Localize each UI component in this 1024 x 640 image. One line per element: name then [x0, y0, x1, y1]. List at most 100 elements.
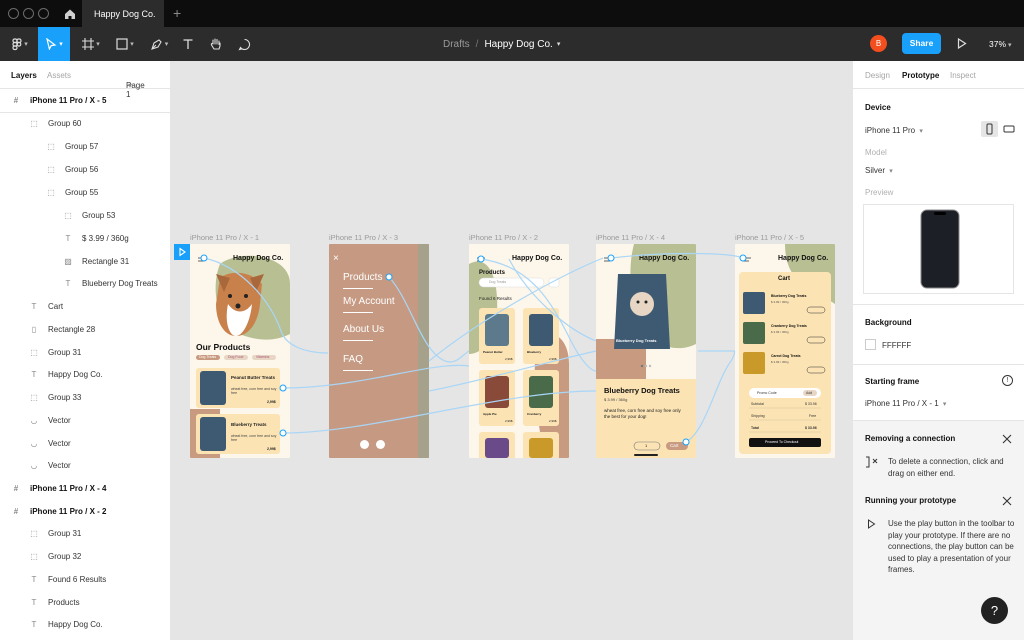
properties-panel: Design Prototype Inspect Device iPhone 1…: [852, 61, 1024, 640]
figma-logo-icon: [12, 37, 22, 51]
comment-tool-button[interactable]: [234, 27, 254, 61]
layer-row[interactable]: ◡ Vector: [28, 409, 71, 431]
device-dropdown[interactable]: iPhone 11 Pro ▾: [865, 126, 923, 135]
layer-row[interactable]: T $ 3.99 / 360g: [62, 227, 129, 249]
close-icon[interactable]: [1002, 496, 1012, 506]
zoom-dropdown[interactable]: 37% ▾: [989, 39, 1012, 49]
layer-row[interactable]: T Blueberry Dog Treats: [62, 272, 158, 294]
group-icon: ⬚: [30, 118, 38, 128]
layer-row[interactable]: T Cart: [28, 295, 64, 317]
vector-icon: ◡: [30, 415, 38, 425]
text-tool-icon: [182, 38, 194, 50]
running-prototype-text: Use the play button in the toolbar to pl…: [888, 519, 1015, 575]
chevron-down-icon: ▾: [130, 41, 134, 48]
text-layer-icon: T: [65, 278, 71, 288]
layer-row[interactable]: ⬚ Group 33: [28, 386, 81, 408]
layer-label: Group 55: [65, 187, 99, 197]
device-title: Device: [865, 103, 891, 112]
layer-row[interactable]: # iPhone 11 Pro / X - 4: [10, 477, 107, 499]
chevron-down-icon: ▾: [1008, 42, 1012, 49]
group-icon: ⬚: [47, 187, 55, 197]
layer-row[interactable]: ⬚ Group 31: [28, 522, 81, 544]
layer-row[interactable]: ⬚ Group 31: [28, 341, 81, 363]
layer-row[interactable]: T Products: [28, 591, 80, 613]
connection-handle: [739, 254, 747, 262]
layer-label: Group 53: [82, 210, 116, 220]
close-icon[interactable]: [1002, 434, 1012, 444]
tab-layers[interactable]: Layers: [11, 71, 37, 80]
shape-tool-button[interactable]: ▾: [110, 27, 140, 61]
frame-tool-button[interactable]: ▾: [76, 27, 106, 61]
help-button[interactable]: ?: [981, 597, 1008, 624]
tab-design[interactable]: Design: [865, 71, 890, 80]
layer-row[interactable]: ⬚ Group 53: [62, 204, 115, 226]
group-icon: ⬚: [30, 551, 38, 561]
info-icon[interactable]: !: [1002, 375, 1013, 386]
layer-label: Vector: [48, 460, 71, 470]
preview-label: Preview: [865, 188, 894, 197]
breadcrumb-file[interactable]: Happy Dog Co.: [484, 39, 552, 50]
layer-label: Group 56: [65, 164, 99, 174]
layer-row[interactable]: # iPhone 11 Pro / X - 2: [10, 500, 107, 522]
window-minimize-button[interactable]: [23, 8, 34, 19]
layers-panel: Layers Assets Page 1 ▾ # iPhone 11 Pro / …: [0, 61, 171, 640]
canvas[interactable]: iPhone 11 Pro / X - 1 iPhone 11 Pro / X …: [171, 61, 852, 640]
pen-icon: [150, 38, 163, 51]
zoom-value: 37%: [989, 39, 1007, 49]
layer-row[interactable]: T Found 6 Results: [28, 568, 107, 590]
chevron-down-icon: ▾: [942, 401, 947, 408]
layer-row[interactable]: ◡ Vector: [28, 454, 71, 476]
move-tool-button[interactable]: ▾: [38, 27, 70, 61]
chevron-down-icon: ▾: [59, 41, 63, 48]
layer-row[interactable]: T Happy Dog Co.: [28, 363, 103, 385]
layer-row[interactable]: ⬚ Group 32: [28, 545, 81, 567]
layer-row[interactable]: ⬚ Group 60: [28, 112, 81, 134]
tab-inspect[interactable]: Inspect: [950, 71, 976, 80]
home-icon[interactable]: [62, 6, 78, 22]
layer-row[interactable]: T Happy Dog Co.: [28, 613, 103, 635]
pen-tool-button[interactable]: ▾: [144, 27, 174, 61]
tab-assets[interactable]: Assets: [47, 71, 71, 80]
connection-handle: [682, 438, 690, 446]
group-icon: ⬚: [30, 392, 38, 402]
share-button[interactable]: Share: [902, 33, 941, 54]
main-menu-button[interactable]: ▾: [4, 27, 36, 61]
background-color-swatch[interactable]: [865, 339, 876, 350]
frame-icon: #: [13, 483, 19, 493]
text-layer-icon: T: [31, 597, 37, 607]
breadcrumb-drafts[interactable]: Drafts: [443, 39, 470, 50]
layer-row[interactable]: ⬚ Group 57: [45, 135, 98, 157]
model-dropdown[interactable]: Silver ▾: [865, 166, 893, 175]
layer-row[interactable]: ◡ Vector: [28, 432, 71, 454]
layer-row[interactable]: ⬚ Group 56: [45, 158, 98, 180]
layer-row[interactable]: ▯ Rectangle 28: [28, 318, 95, 340]
layer-row[interactable]: ▨ Rectangle 31: [62, 250, 129, 272]
comment-icon: [237, 38, 251, 51]
group-icon: ⬚: [64, 210, 72, 220]
hand-tool-button[interactable]: [206, 27, 226, 61]
layer-row[interactable]: # iPhone 11 Pro / X - 5: [10, 89, 107, 111]
starting-frame-dropdown[interactable]: iPhone 11 Pro / X - 1 ▾: [865, 399, 946, 408]
text-layer-icon: T: [31, 301, 37, 311]
layer-row[interactable]: ⬚ Group 55: [45, 181, 98, 203]
tab-prototype[interactable]: Prototype: [902, 71, 939, 80]
rectangle-icon: [116, 38, 128, 50]
landscape-button[interactable]: [1001, 121, 1018, 137]
present-button[interactable]: [957, 37, 967, 51]
layer-label: iPhone 11 Pro / X - 2: [30, 506, 107, 516]
plus-icon[interactable]: +: [173, 5, 181, 21]
layer-label: Vector: [48, 415, 71, 425]
portrait-button[interactable]: [981, 121, 998, 137]
avatar[interactable]: B: [870, 35, 887, 52]
background-hex-input[interactable]: FFFFFF: [882, 341, 911, 350]
window-maximize-button[interactable]: [38, 8, 49, 19]
window-close-button[interactable]: [8, 8, 19, 19]
layer-label: Group 60: [48, 118, 82, 128]
text-tool-button[interactable]: [178, 27, 198, 61]
chevron-down-icon[interactable]: ▾: [557, 40, 561, 48]
file-tab[interactable]: Happy Dog Co.: [82, 0, 164, 27]
layer-label: Group 31: [48, 347, 82, 357]
connection-line: [282, 364, 470, 389]
toolbar: ▾ ▾ ▾ ▾ ▾ Drafts / Happy Dog Co. ▾ B Sha…: [0, 27, 1024, 61]
layer-label: Cart: [48, 301, 64, 311]
